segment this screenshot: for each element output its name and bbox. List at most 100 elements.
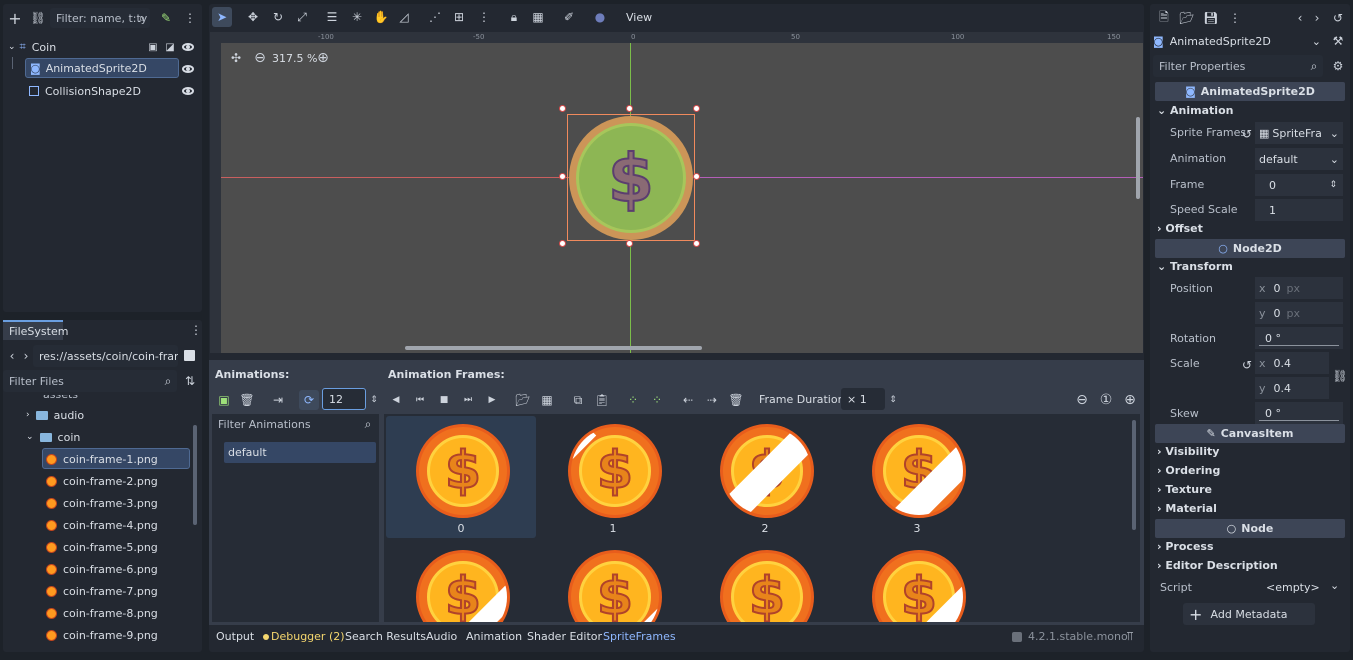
zoom-in-icon[interactable]: ⊕ bbox=[1120, 390, 1140, 410]
file-coin-frame-1[interactable]: coin-frame-1.png bbox=[46, 449, 158, 469]
lock-icon[interactable]: 🔒︎ bbox=[504, 7, 524, 27]
section-animation[interactable]: ⌄ Animation bbox=[1157, 104, 1233, 117]
save-resource-icon[interactable]: 💾︎ bbox=[1201, 8, 1221, 28]
section-editor-description[interactable]: › Editor Description bbox=[1157, 559, 1278, 572]
script-add-icon[interactable]: ✎ bbox=[156, 8, 176, 28]
smart-snap-icon[interactable]: ⋰ bbox=[425, 7, 445, 27]
frame-0[interactable]: $0 bbox=[386, 416, 536, 538]
tab-search-results[interactable]: Search Results bbox=[345, 630, 426, 643]
insert-before-icon[interactable]: ⁘ bbox=[623, 390, 643, 410]
frames-scrollbar[interactable] bbox=[1132, 420, 1136, 530]
camera-override-icon[interactable]: ● bbox=[590, 7, 610, 27]
section-offset[interactable]: › Offset bbox=[1157, 222, 1203, 235]
section-transform[interactable]: ⌄ Transform bbox=[1157, 260, 1233, 273]
load-frames-icon[interactable]: 📂︎ bbox=[513, 390, 533, 410]
v-scrollbar[interactable] bbox=[1136, 117, 1140, 199]
view-menu[interactable]: View bbox=[626, 11, 652, 24]
sprite-coin[interactable]: $ bbox=[569, 116, 693, 240]
node-selector[interactable]: ◙ AnimatedSprite2D ⌄ bbox=[1153, 30, 1323, 52]
section-texture[interactable]: › Texture bbox=[1157, 483, 1212, 496]
group-icon[interactable]: ◪ bbox=[160, 37, 180, 57]
section-process[interactable]: › Process bbox=[1157, 540, 1214, 553]
section-ordering[interactable]: › Ordering bbox=[1157, 464, 1220, 477]
frame-5[interactable]: $ bbox=[538, 542, 688, 622]
frame-7[interactable]: $ bbox=[842, 542, 992, 622]
bone-icon[interactable]: ✐ bbox=[559, 7, 579, 27]
speed-scale-input[interactable]: 1 bbox=[1255, 199, 1343, 221]
link-icon[interactable]: ⛓ bbox=[28, 8, 48, 28]
play-backwards-from-end-icon[interactable]: ⏮ bbox=[410, 390, 430, 410]
filesystem-tab[interactable]: FileSystem bbox=[3, 320, 68, 340]
file-coin-frame-9[interactable]: coin-frame-9.png bbox=[46, 625, 158, 645]
link-icon[interactable]: ⛓ bbox=[1330, 366, 1350, 386]
file-coin-frame-6[interactable]: coin-frame-6.png bbox=[46, 559, 158, 579]
delete-frame-icon[interactable]: 🗑︎ bbox=[726, 390, 746, 410]
zoom-out-icon[interactable]: ⊖ bbox=[250, 48, 270, 68]
zoom-out-icon[interactable]: ⊖ bbox=[1072, 390, 1092, 410]
position-y-input[interactable]: y 0 px bbox=[1255, 302, 1343, 324]
revert-icon[interactable]: ↺ bbox=[1237, 124, 1257, 144]
paste-icon[interactable]: 📋︎ bbox=[592, 390, 612, 410]
scale-y-input[interactable]: y 0.4 bbox=[1255, 377, 1329, 399]
handle[interactable] bbox=[626, 240, 633, 247]
visibility-eye-icon[interactable] bbox=[182, 65, 194, 73]
object-properties-icon[interactable]: ⚒ bbox=[1328, 31, 1348, 51]
move-tool-icon[interactable]: ✥ bbox=[243, 7, 263, 27]
section-material[interactable]: › Material bbox=[1157, 502, 1217, 515]
pan-tool-icon[interactable]: ✋ bbox=[371, 7, 391, 27]
folder-audio[interactable]: › audio bbox=[26, 405, 84, 425]
delete-animation-icon[interactable]: 🗑︎ bbox=[237, 390, 257, 410]
group-icon[interactable]: ▦ bbox=[528, 7, 548, 27]
handle[interactable] bbox=[559, 240, 566, 247]
center-view-icon[interactable]: ✣ bbox=[226, 48, 246, 68]
filter-files-input[interactable]: Filter Files bbox=[3, 370, 177, 392]
property-options-icon[interactable]: ⚙ bbox=[1328, 56, 1348, 76]
grid-snap-icon[interactable]: ⊞ bbox=[449, 7, 469, 27]
animation-item-default[interactable]: default bbox=[224, 442, 376, 463]
move-right-icon[interactable]: ⇢ bbox=[702, 390, 722, 410]
rotation-slider[interactable]: 0 ° bbox=[1255, 327, 1343, 349]
animation-select[interactable]: default ⌄ bbox=[1255, 148, 1343, 170]
history-forward-icon[interactable]: › bbox=[1307, 8, 1327, 28]
add-metadata-button[interactable]: + Add Metadata bbox=[1183, 603, 1315, 625]
file-coin-frame-4[interactable]: coin-frame-4.png bbox=[46, 515, 158, 535]
menu-icon[interactable]: ⋮ bbox=[1225, 8, 1245, 28]
frame-6[interactable]: $ bbox=[690, 542, 840, 622]
play-icon[interactable]: ▶ bbox=[482, 390, 502, 410]
open-resource-icon[interactable]: 📂︎ bbox=[1177, 8, 1197, 28]
ruler-tool-icon[interactable]: ◿ bbox=[394, 7, 414, 27]
frame-1[interactable]: $1 bbox=[538, 416, 688, 538]
spinner-icon[interactable]: ⇕ bbox=[883, 390, 903, 410]
zoom-level[interactable]: 317.5 % bbox=[272, 52, 317, 65]
folder-coin[interactable]: ⌄ coin bbox=[26, 427, 80, 447]
script-value[interactable]: <empty> bbox=[1266, 581, 1320, 594]
frame-input[interactable]: 0 ⇕ bbox=[1255, 174, 1343, 196]
spritesheet-icon[interactable]: ▦ bbox=[537, 390, 557, 410]
skew-slider[interactable]: 0 ° bbox=[1255, 402, 1343, 424]
section-visibility[interactable]: › Visibility bbox=[1157, 445, 1219, 458]
frame-3[interactable]: $3 bbox=[842, 416, 992, 538]
menu-icon[interactable]: ⋮ bbox=[180, 8, 200, 28]
tab-debugger[interactable]: Debugger (2) bbox=[271, 630, 345, 643]
list-select-icon[interactable]: ☰ bbox=[322, 7, 342, 27]
file-coin-frame-5[interactable]: coin-frame-5.png bbox=[46, 537, 158, 557]
play-backwards-icon[interactable]: ◀ bbox=[386, 390, 406, 410]
insert-after-icon[interactable]: ⁘ bbox=[647, 390, 667, 410]
handle[interactable] bbox=[693, 173, 700, 180]
filter-properties-input[interactable]: Filter Properties bbox=[1153, 55, 1323, 77]
handle[interactable] bbox=[693, 105, 700, 112]
handle[interactable] bbox=[559, 173, 566, 180]
spinner-icon[interactable]: ⇕ bbox=[364, 390, 384, 410]
frame-2[interactable]: $2 bbox=[690, 416, 840, 538]
sort-icon[interactable]: ⇅ bbox=[180, 371, 200, 391]
viewport[interactable]: -100 -50 0 50 100 150 $ ✣ ⊖ 317.5 % ⊕ bbox=[210, 32, 1143, 353]
scale-tool-icon[interactable]: ⤢ bbox=[292, 7, 312, 27]
fps-input[interactable]: 12 bbox=[322, 388, 366, 410]
visibility-eye-icon[interactable] bbox=[182, 43, 194, 51]
copy-icon[interactable]: ⧉ bbox=[568, 390, 588, 410]
rotate-tool-icon[interactable]: ↻ bbox=[268, 7, 288, 27]
snap-options-icon[interactable]: ⋮ bbox=[474, 7, 494, 27]
revert-icon[interactable]: ↺ bbox=[1237, 355, 1257, 375]
split-view-icon[interactable] bbox=[184, 350, 195, 361]
scale-x-input[interactable]: x 0.4 bbox=[1255, 352, 1329, 374]
